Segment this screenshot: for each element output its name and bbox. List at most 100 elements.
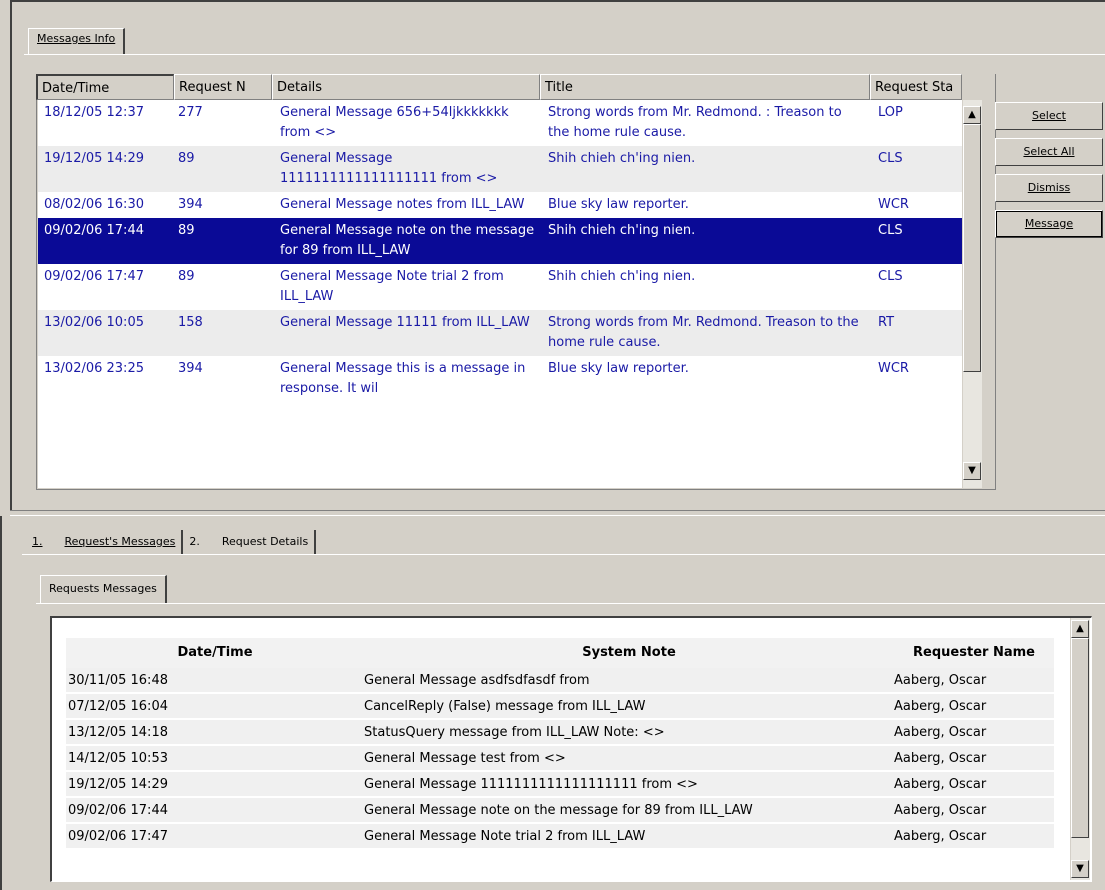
cell-title: Blue sky law reporter. — [548, 197, 689, 212]
grid-header: Date/Time Request N Details Title Reques… — [36, 74, 962, 100]
cell-request-number: 89 — [178, 151, 195, 166]
cell-datetime: 13/02/06 10:05 — [44, 315, 144, 330]
column-header-requester-name[interactable]: Requester Name — [894, 638, 1054, 668]
column-header-request-status[interactable]: Request Sta — [870, 74, 962, 100]
cell-datetime: 09/02/06 17:44 — [68, 803, 168, 818]
column-header-system-note[interactable]: System Note — [364, 638, 894, 668]
cell-status: CLS — [878, 269, 903, 284]
tab-divider — [36, 603, 1105, 604]
cell-system-note: General Message asdfsdfasdf from — [364, 673, 590, 688]
column-header-datetime[interactable]: Date/Time — [36, 74, 174, 100]
cell-requester-name: Aaberg, Oscar — [894, 777, 987, 792]
tab-requests-messages-inner[interactable]: Requests Messages — [40, 575, 167, 603]
column-header-request-number[interactable]: Request N — [174, 74, 272, 100]
cell-requester-name: Aaberg, Oscar — [894, 803, 987, 818]
cell-request-number: 394 — [178, 361, 203, 376]
cell-status: WCR — [878, 197, 909, 212]
requests-messages-list: Date/Time System Note Requester Name 30/… — [50, 616, 1092, 882]
tab-requests-messages[interactable]: 1. Request's Messages — [26, 530, 184, 554]
cell-requester-name: Aaberg, Oscar — [894, 699, 987, 714]
cell-datetime: 14/12/05 10:53 — [68, 751, 168, 766]
list-item[interactable]: 07/12/05 16:04 CancelReply (False) messag… — [66, 694, 1054, 720]
cell-datetime: 19/12/05 14:29 — [44, 151, 144, 166]
cell-status: CLS — [878, 151, 903, 166]
cell-request-number: 158 — [178, 315, 203, 330]
list-item[interactable]: 30/11/05 16:48 General Message asdfsdfasd… — [66, 668, 1054, 694]
cell-details: General Message 656+54ljkkkkkkk from <> — [280, 105, 513, 140]
scroll-down-icon[interactable]: ▼ — [963, 462, 981, 480]
cell-datetime: 19/12/05 14:29 — [68, 777, 168, 792]
cell-datetime: 13/02/06 23:25 — [44, 361, 144, 376]
cell-status: RT — [878, 315, 895, 330]
cell-title: Shih chieh ch'ing nien. — [548, 269, 696, 284]
cell-system-note: CancelReply (False) message from ILL_LAW — [364, 699, 646, 714]
cell-system-note: General Message test from <> — [364, 751, 566, 766]
list-item[interactable]: 13/12/05 14:18 StatusQuery message from I… — [66, 720, 1054, 746]
messages-scrollbar[interactable]: ▲ ▼ — [1070, 618, 1090, 880]
list-item[interactable]: 19/12/05 14:29 General Message 1111111111… — [66, 772, 1054, 798]
cell-datetime: 18/12/05 12:37 — [44, 105, 144, 120]
select-button[interactable]: Select — [995, 102, 1103, 130]
cell-details: General Message 1111111111111111111 from… — [280, 151, 498, 186]
cell-datetime: 07/12/05 16:04 — [68, 699, 168, 714]
cell-datetime: 09/02/06 17:47 — [68, 829, 168, 844]
messages-table: Date/Time System Note Requester Name 30/… — [66, 638, 1054, 850]
scroll-up-icon[interactable]: ▲ — [963, 106, 981, 124]
cell-datetime: 30/11/05 16:48 — [68, 673, 168, 688]
tab-label: Request Details — [221, 535, 309, 548]
messages-header: Date/Time System Note Requester Name — [66, 638, 1054, 668]
table-row[interactable]: 13/02/06 23:25 394 General Message this is… — [38, 356, 962, 402]
message-button[interactable]: Message — [995, 210, 1103, 238]
cell-requester-name: Aaberg, Oscar — [894, 829, 987, 844]
column-header-title[interactable]: Title — [540, 74, 870, 100]
list-item[interactable]: 14/12/05 10:53 General Message test from … — [66, 746, 1054, 772]
tab-number: 1. — [32, 535, 43, 548]
dismiss-button[interactable]: Dismiss — [995, 174, 1103, 202]
scroll-up-icon[interactable]: ▲ — [1071, 620, 1089, 638]
tab-number: 2. — [189, 535, 200, 548]
table-row[interactable]: 13/02/06 10:05 158 General Message 11111 f… — [38, 310, 962, 356]
scroll-down-icon[interactable]: ▼ — [1071, 860, 1089, 878]
cell-requester-name: Aaberg, Oscar — [894, 673, 987, 688]
cell-details: General Message notes from ILL_LAW — [280, 197, 525, 212]
cell-datetime: 13/12/05 14:18 — [68, 725, 168, 740]
table-row[interactable]: 09/02/06 17:44 89 General Message note on … — [38, 218, 962, 264]
scroll-thumb[interactable] — [1071, 638, 1089, 838]
cell-details: General Message this is a message in res… — [280, 361, 530, 396]
cell-system-note: StatusQuery message from ILL_LAW Note: <… — [364, 725, 665, 740]
cell-status: WCR — [878, 361, 909, 376]
list-item[interactable]: 09/02/06 17:47 General Message Note trial… — [66, 824, 1054, 850]
tab-divider — [22, 554, 1105, 555]
cell-system-note: General Message Note trial 2 from ILL_LA… — [364, 829, 646, 844]
table-row[interactable]: 18/12/05 12:37 277 General Message 656+54l… — [38, 100, 962, 146]
tab-divider — [24, 54, 1105, 55]
tab-request-details[interactable]: 2. Request Details — [183, 530, 317, 554]
cell-details: General Message Note trial 2 from ILL_LA… — [280, 269, 508, 304]
list-item[interactable]: 09/02/06 17:44 General Message note on th… — [66, 798, 1054, 824]
table-row[interactable]: 19/12/05 14:29 89 General Message 11111111… — [38, 146, 962, 192]
tab-messages-info[interactable]: Messages Info — [28, 28, 126, 54]
column-header-details[interactable]: Details — [272, 74, 540, 100]
cell-title: Shih chieh ch'ing nien. — [548, 223, 696, 238]
cell-status: CLS — [878, 223, 903, 238]
messages-rows: 30/11/05 16:48 General Message asdfsdfasd… — [66, 668, 1054, 850]
cell-title: Shih chieh ch'ing nien. — [548, 151, 696, 166]
column-header-datetime[interactable]: Date/Time — [66, 638, 364, 668]
cell-status: LOP — [878, 105, 903, 120]
cell-system-note: General Message 1111111111111111111 from… — [364, 777, 698, 792]
table-row[interactable]: 08/02/06 16:30 394 General Message notes f… — [38, 192, 962, 218]
cell-requester-name: Aaberg, Oscar — [894, 725, 987, 740]
cell-datetime: 09/02/06 17:47 — [44, 269, 144, 284]
cell-system-note: General Message note on the message for … — [364, 803, 753, 818]
grid-body: 18/12/05 12:37 277 General Message 656+54l… — [38, 100, 962, 488]
cell-title: Strong words from Mr. Redmond. Treason t… — [548, 315, 863, 350]
scroll-thumb[interactable] — [963, 124, 981, 372]
tab-label: Request's Messages — [64, 535, 176, 548]
cell-requester-name: Aaberg, Oscar — [894, 751, 987, 766]
select-all-button[interactable]: Select All — [995, 138, 1103, 166]
grid-scrollbar[interactable]: ▲ ▼ — [962, 100, 982, 488]
cell-title: Strong words from Mr. Redmond. : Treason… — [548, 105, 846, 140]
cell-details: General Message 11111 from ILL_LAW — [280, 315, 530, 330]
cell-title: Blue sky law reporter. — [548, 361, 689, 376]
table-row[interactable]: 09/02/06 17:47 89 General Message Note tri… — [38, 264, 962, 310]
